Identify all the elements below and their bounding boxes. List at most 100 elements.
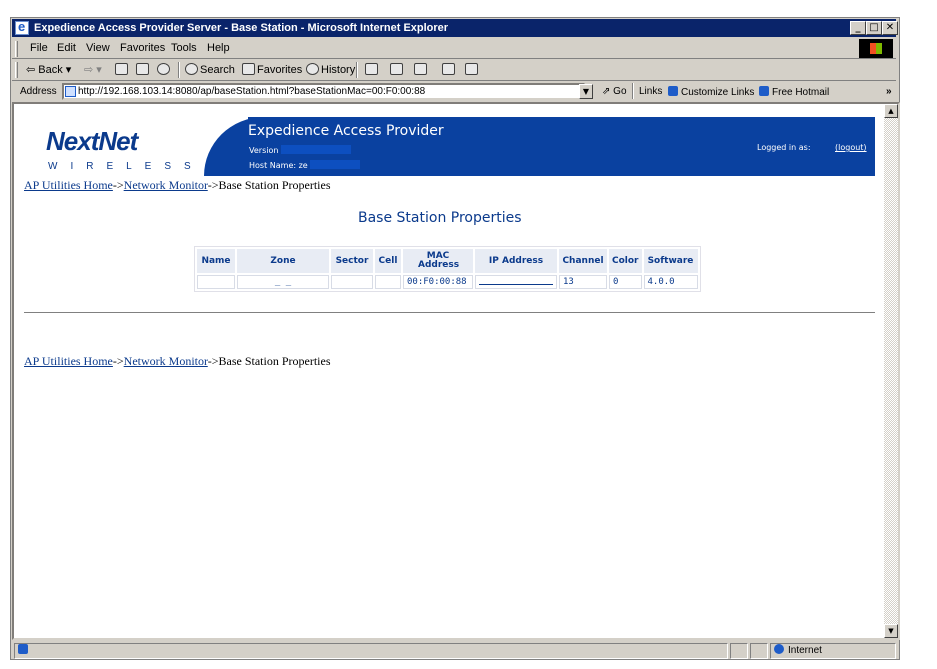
link-label: Customize Links [681, 87, 755, 98]
go-button[interactable]: ⇗ Go [602, 86, 627, 97]
link-icon [668, 86, 678, 96]
link-label: Free Hotmail [772, 87, 830, 98]
home-icon [157, 63, 170, 75]
breadcrumb-separator: -> [207, 178, 219, 192]
col-channel: Channel [559, 249, 607, 273]
globe-icon [774, 644, 784, 654]
home-button[interactable] [157, 63, 172, 76]
host-name-text: Host Name: ze [249, 161, 308, 170]
cell-software: 4.0.0 [643, 275, 698, 289]
cell-channel: 13 [559, 275, 607, 289]
breadcrumb-separator: -> [207, 354, 219, 368]
toolbar-separator [356, 62, 358, 78]
scroll-down-button[interactable]: ▼ [884, 624, 898, 638]
links-label[interactable]: Links [639, 86, 662, 97]
version-label: Version [249, 145, 351, 155]
minimize-button[interactable]: _ [850, 21, 866, 35]
favorites-button[interactable]: Favorites [242, 63, 302, 76]
cell-cell [375, 275, 401, 289]
refresh-button[interactable] [136, 63, 151, 76]
ip-address-link[interactable] [479, 276, 553, 285]
breadcrumb-home-link[interactable]: AP Utilities Home [24, 178, 113, 192]
print-button[interactable] [390, 63, 405, 76]
col-software: Software [643, 249, 698, 273]
host-name-value [310, 160, 361, 169]
security-zone-pane: Internet [770, 643, 896, 659]
history-button[interactable]: History [306, 63, 355, 76]
menu-edit[interactable]: Edit [57, 42, 76, 54]
cell-name [197, 275, 235, 289]
discuss-button[interactable] [442, 63, 457, 76]
link-free-hotmail[interactable]: Free Hotmail [759, 86, 829, 98]
back-button[interactable]: ⇦ Back ▾ [26, 63, 71, 76]
search-icon [185, 63, 198, 75]
breadcrumb-separator: -> [112, 354, 124, 368]
toolbar-grip[interactable] [15, 62, 18, 78]
menubar-grip[interactable] [15, 41, 18, 57]
link-customize-links[interactable]: Customize Links [668, 86, 754, 98]
mail-button[interactable] [365, 63, 380, 76]
menu-bar: File Edit View Favorites Tools Help [12, 39, 896, 59]
col-mac-address-label: MAC Address [418, 251, 460, 270]
cell-zone: _ _ [237, 275, 329, 289]
menu-favorites[interactable]: Favorites [120, 42, 165, 54]
col-name: Name [197, 249, 235, 273]
logo-subtext: WIRELESS [48, 161, 204, 172]
edit-button[interactable] [414, 63, 429, 76]
breadcrumb-current: Base Station Properties [218, 354, 331, 368]
menu-view[interactable]: View [86, 42, 110, 54]
links-chevron-icon[interactable]: » [886, 86, 892, 97]
address-input[interactable]: http://192.168.103.14:8080/ap/baseStatio… [62, 83, 585, 100]
history-icon [306, 63, 319, 75]
go-label: Go [613, 86, 627, 97]
status-text-pane [14, 643, 728, 659]
close-button[interactable]: ✕ [882, 21, 898, 35]
host-name-label: Host Name: ze [249, 160, 361, 170]
nextnet-logo: NextNet WIRELESS [24, 117, 264, 176]
zone-label: Internet [788, 645, 822, 656]
edit-icon [414, 63, 427, 75]
cell-mac-address: 00:F0:00:88 [403, 275, 473, 289]
logged-in-label: Logged in as: [757, 143, 811, 152]
logout-link[interactable]: (logout) [835, 143, 867, 152]
breadcrumb-network-monitor-link[interactable]: Network Monitor [124, 178, 208, 192]
stop-icon [115, 63, 128, 75]
menu-file[interactable]: File [30, 42, 48, 54]
forward-button[interactable]: ⇨ ▾ [84, 63, 102, 76]
link-icon [759, 86, 769, 96]
messenger-button[interactable] [465, 63, 480, 76]
cell-ip-address-link[interactable] [475, 275, 557, 289]
search-button[interactable]: Search [185, 63, 235, 76]
address-label: Address [20, 86, 57, 97]
logo-text: NextNet [46, 126, 138, 156]
version-value [280, 145, 351, 154]
version-text: Version [249, 146, 279, 155]
base-station-table: Name Zone Sector Cell MAC Address IP Add… [194, 246, 701, 292]
col-zone: Zone [237, 249, 329, 273]
col-color: Color [609, 249, 642, 273]
refresh-icon [136, 63, 149, 75]
banner: NextNet WIRELESS [24, 117, 875, 176]
address-bar: Address http://192.168.103.14:8080/ap/ba… [12, 81, 896, 103]
divider [24, 312, 875, 314]
cell-color: 0 [609, 275, 642, 289]
breadcrumb-home-link[interactable]: AP Utilities Home [24, 354, 113, 368]
menu-tools[interactable]: Tools [171, 42, 197, 54]
table-row: _ _ 00:F0:00:88 13 0 4.0.0 [197, 275, 698, 289]
title-bar[interactable]: Expedience Access Provider Server - Base… [12, 18, 898, 37]
col-ip-address: IP Address [475, 249, 557, 273]
col-mac-address: MAC Address [403, 249, 473, 273]
breadcrumb-separator: -> [112, 178, 124, 192]
stop-button[interactable] [115, 63, 130, 76]
vertical-scrollbar[interactable]: ▲ ▼ [884, 104, 898, 638]
page-status-icon [18, 644, 28, 654]
maximize-button[interactable]: □ [866, 21, 882, 35]
menu-help[interactable]: Help [207, 42, 230, 54]
scroll-up-button[interactable]: ▲ [884, 104, 898, 118]
print-icon [390, 63, 403, 75]
breadcrumb-network-monitor-link[interactable]: Network Monitor [124, 354, 208, 368]
toolbar-separator [178, 62, 180, 78]
address-dropdown-button[interactable]: ▼ [579, 84, 593, 99]
discuss-icon [442, 63, 455, 75]
status-pane [730, 643, 748, 659]
